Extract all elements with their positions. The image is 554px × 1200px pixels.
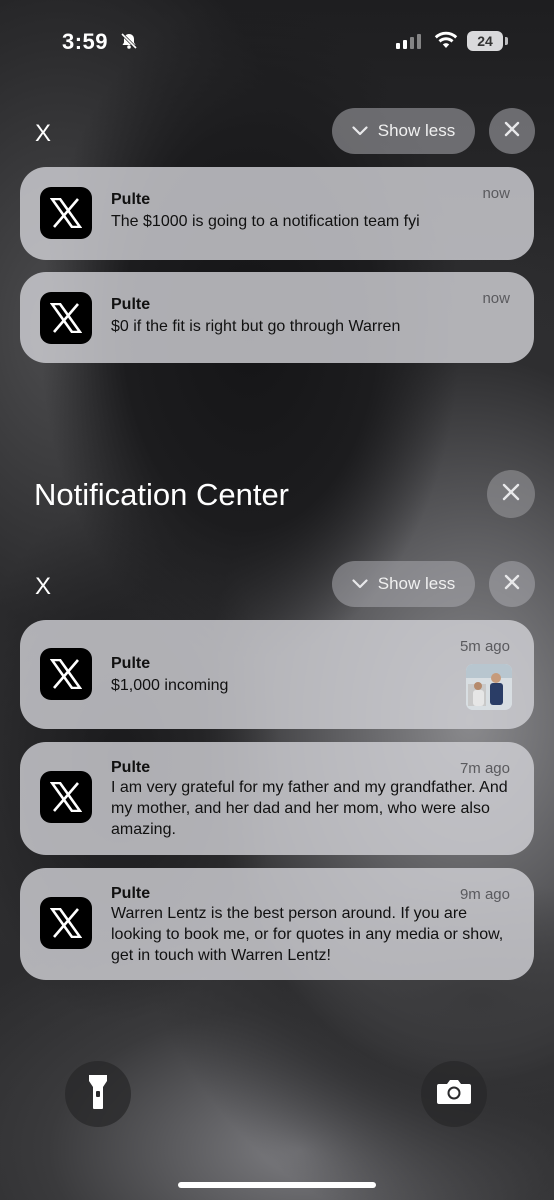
show-less-label: Show less (377, 121, 456, 140)
notification-body: The $1000 is going to a notification tea… (111, 213, 420, 230)
notification-time: 7m ago (459, 760, 510, 777)
flashlight-icon (87, 1074, 109, 1115)
camera-button[interactable] (421, 1061, 487, 1127)
close-icon (502, 483, 520, 506)
group-app-label: X (35, 573, 52, 600)
close-icon (504, 121, 520, 142)
notification-body: $1,000 incoming (111, 677, 229, 694)
notification-card[interactable]: Pulte 9m ago Warren Lentz is the best pe… (20, 868, 534, 980)
notification-title: Pulte (111, 655, 151, 672)
notification-body: I am very grateful for my father and my … (111, 779, 508, 838)
battery-icon: 24 (467, 31, 503, 51)
group-header: X Show less (0, 108, 554, 156)
notification-title: Pulte (111, 296, 151, 313)
notification-title: Pulte (111, 885, 151, 902)
notification-time: now (482, 290, 510, 307)
x-logo-icon (40, 897, 92, 949)
bell-slash-icon (120, 32, 138, 55)
clear-group-button[interactable] (489, 561, 535, 607)
status-bar: 3:59 24 (0, 0, 554, 86)
status-time: 3:59 (62, 29, 109, 54)
x-logo-icon (40, 187, 92, 239)
flashlight-button[interactable] (65, 1061, 131, 1127)
notification-time: 5m ago (459, 638, 510, 655)
cellular-signal-icon (396, 34, 421, 49)
show-less-button[interactable]: Show less (332, 561, 475, 607)
notification-card[interactable]: Pulte now The $1000 is going to a notifi… (20, 167, 534, 260)
notification-title: Pulte (111, 759, 151, 776)
x-logo-icon (40, 292, 92, 344)
x-logo-icon (40, 648, 92, 700)
notification-time: 9m ago (459, 886, 510, 903)
group-app-label: X (35, 120, 52, 147)
notification-time: now (482, 185, 510, 202)
battery-tip (505, 37, 508, 45)
notification-body: Warren Lentz is the best person around. … (111, 905, 504, 964)
home-indicator[interactable] (178, 1182, 376, 1188)
show-less-button[interactable]: Show less (332, 108, 475, 154)
chevron-down-icon (352, 121, 368, 141)
wifi-icon (434, 31, 458, 54)
notification-title: Pulte (111, 191, 151, 208)
attachment-thumbnail (466, 664, 512, 710)
show-less-label: Show less (377, 574, 456, 593)
notification-card[interactable]: Pulte now $0 if the fit is right but go … (20, 272, 534, 363)
clear-group-button[interactable] (489, 108, 535, 154)
notification-center-title: Notification Center (34, 477, 290, 512)
chevron-down-icon (352, 574, 368, 594)
notification-card[interactable]: Pulte 7m ago I am very grateful for my f… (20, 742, 534, 855)
group-header: X Show less (0, 561, 554, 609)
close-icon (504, 574, 520, 595)
camera-icon (436, 1078, 472, 1111)
x-logo-icon (40, 771, 92, 823)
clear-all-button[interactable] (487, 470, 535, 518)
notification-body: $0 if the fit is right but go through Wa… (111, 318, 401, 335)
notification-card[interactable]: Pulte 5m ago $1,000 incoming (20, 620, 534, 729)
